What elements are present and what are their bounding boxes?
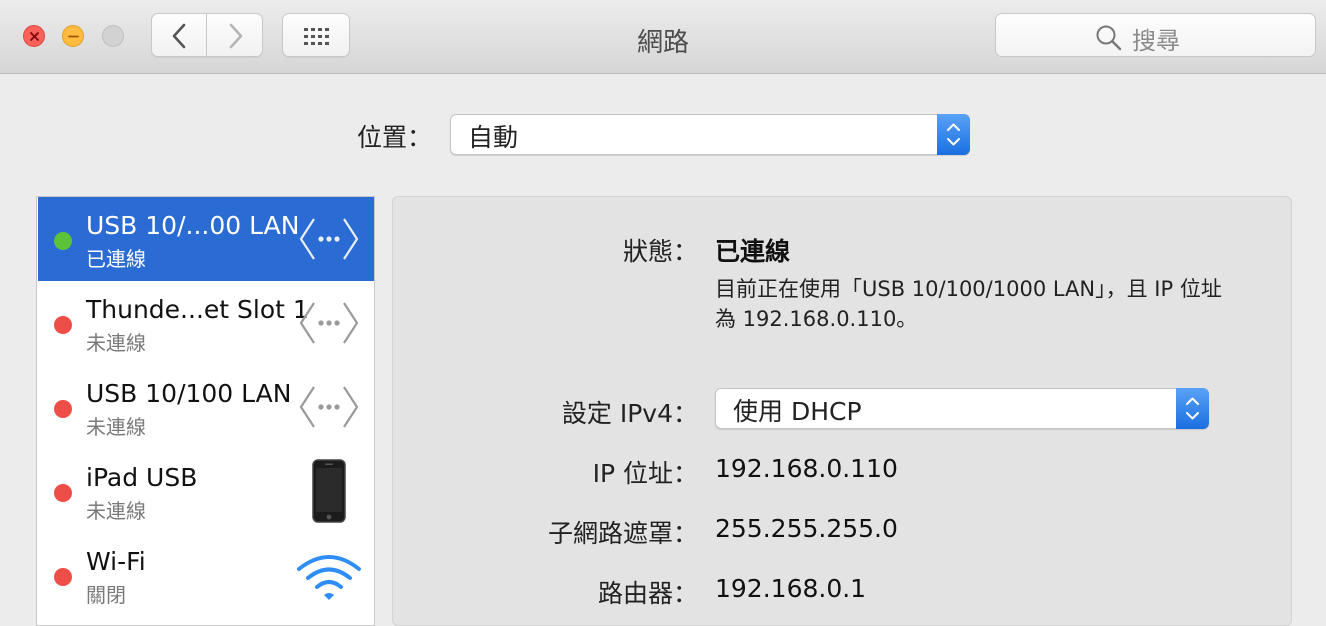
service-item-thunderbolt-ethernet[interactable]: Thunde...et Slot 1 未連線 — [38, 281, 374, 365]
service-item-usb-100-lan[interactable]: USB 10/100 LAN 未連線 — [38, 365, 374, 449]
service-name: USB 10/100 LAN — [86, 379, 292, 408]
service-status: 已連線 — [86, 247, 146, 271]
location-popup[interactable]: 自動 — [450, 114, 970, 155]
service-list: USB 10/...00 LAN 已連線 Thunde...et Slot 1 … — [36, 196, 375, 626]
subnet-mask-value: 255.255.255.0 — [715, 514, 898, 543]
service-name: Wi-Fi — [86, 547, 146, 576]
service-item-ipad-usb[interactable]: iPad USB 未連線 — [38, 449, 374, 533]
chevron-updown-icon — [947, 123, 960, 146]
service-name: USB 10/...00 LAN — [86, 211, 300, 240]
window-toolbar: 網路 搜尋 — [0, 0, 1326, 74]
service-status: 未連線 — [86, 499, 146, 523]
ip-address-label: IP 位址： — [592, 459, 698, 488]
ethernet-icon — [299, 386, 359, 428]
service-item-wifi[interactable]: Wi-Fi 關閉 — [38, 533, 374, 617]
ipv4-value: 使用 DHCP — [733, 397, 862, 426]
configure-ipv4-popup[interactable]: 使用 DHCP — [715, 388, 1209, 429]
popup-stepper — [937, 114, 970, 155]
search-field[interactable]: 搜尋 — [995, 13, 1316, 57]
status-label: 狀態： — [622, 237, 698, 266]
service-status: 未連線 — [86, 331, 146, 355]
status-dot — [54, 568, 72, 586]
location-value: 自動 — [468, 123, 519, 152]
service-item-usb-1000-lan[interactable]: USB 10/...00 LAN 已連線 — [38, 197, 374, 281]
router-label: 路由器： — [597, 579, 698, 608]
status-description: 目前正在使用「USB 10/100/1000 LAN」，且 IP 位址為 192… — [715, 277, 1222, 331]
wifi-icon — [297, 555, 361, 600]
popup-stepper — [1176, 388, 1209, 429]
service-name: Thunde...et Slot 1 — [86, 295, 309, 324]
service-status: 關閉 — [86, 583, 126, 607]
search-placeholder: 搜尋 — [1132, 27, 1180, 55]
ipv4-label: 設定 IPv4： — [561, 399, 698, 428]
router-value: 192.168.0.1 — [715, 574, 867, 603]
status-dot — [54, 232, 72, 250]
ethernet-icon — [299, 302, 359, 344]
ethernet-icon — [299, 218, 359, 260]
status-dot — [54, 316, 72, 334]
chevron-updown-icon — [1186, 397, 1199, 420]
status-value: 已連線 — [715, 237, 791, 266]
subnet-mask-label: 子網路遮罩： — [547, 519, 698, 548]
status-dot — [54, 400, 72, 418]
location-label: 位置： — [357, 123, 433, 152]
status-dot — [54, 484, 72, 502]
search-icon — [1096, 25, 1122, 51]
service-status: 未連線 — [86, 415, 146, 439]
ip-address-value: 192.168.0.110 — [715, 454, 898, 483]
iphone-icon — [312, 459, 346, 523]
service-name: iPad USB — [86, 463, 198, 492]
